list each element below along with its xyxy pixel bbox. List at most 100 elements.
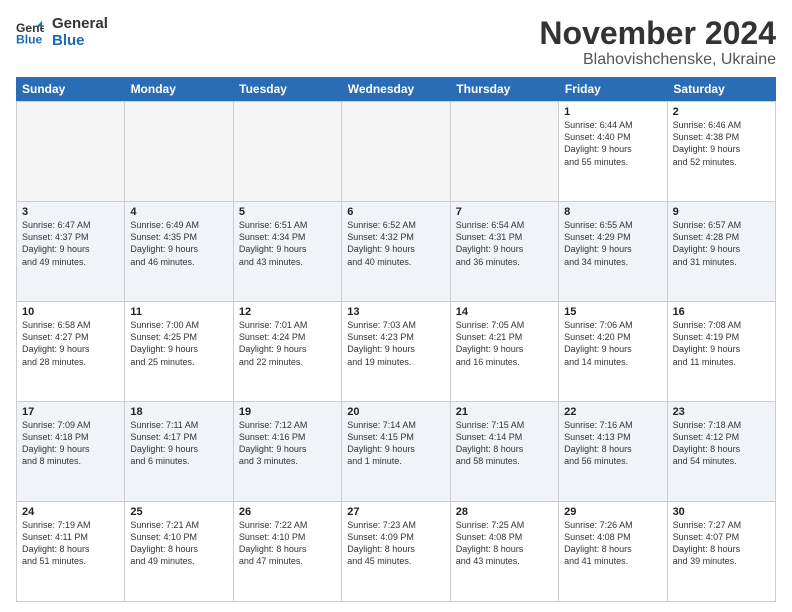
calendar-cell: 10Sunrise: 6:58 AM Sunset: 4:27 PM Dayli…	[17, 302, 125, 401]
day-info: Sunrise: 7:25 AM Sunset: 4:08 PM Dayligh…	[456, 519, 553, 568]
day-number: 10	[22, 306, 119, 318]
calendar-cell: 4Sunrise: 6:49 AM Sunset: 4:35 PM Daylig…	[125, 202, 233, 301]
day-info: Sunrise: 6:57 AM Sunset: 4:28 PM Dayligh…	[673, 219, 770, 268]
calendar-cell: 21Sunrise: 7:15 AM Sunset: 4:14 PM Dayli…	[451, 402, 559, 501]
calendar-row: 1Sunrise: 6:44 AM Sunset: 4:40 PM Daylig…	[17, 102, 776, 202]
header: General Blue General Blue November 2024 …	[16, 16, 776, 69]
calendar-cell: 11Sunrise: 7:00 AM Sunset: 4:25 PM Dayli…	[125, 302, 233, 401]
day-number: 12	[239, 306, 336, 318]
day-number: 22	[564, 406, 661, 418]
calendar-cell	[342, 102, 450, 201]
day-info: Sunrise: 7:00 AM Sunset: 4:25 PM Dayligh…	[130, 319, 227, 368]
day-info: Sunrise: 7:18 AM Sunset: 4:12 PM Dayligh…	[673, 419, 770, 468]
day-number: 29	[564, 506, 661, 518]
day-number: 2	[673, 106, 770, 118]
day-info: Sunrise: 6:47 AM Sunset: 4:37 PM Dayligh…	[22, 219, 119, 268]
weekday-header: Saturday	[667, 77, 776, 101]
calendar-cell: 29Sunrise: 7:26 AM Sunset: 4:08 PM Dayli…	[559, 502, 667, 601]
calendar-cell	[234, 102, 342, 201]
day-info: Sunrise: 6:46 AM Sunset: 4:38 PM Dayligh…	[673, 119, 770, 168]
day-number: 21	[456, 406, 553, 418]
calendar-cell: 2Sunrise: 6:46 AM Sunset: 4:38 PM Daylig…	[668, 102, 776, 201]
day-info: Sunrise: 6:51 AM Sunset: 4:34 PM Dayligh…	[239, 219, 336, 268]
calendar-cell: 20Sunrise: 7:14 AM Sunset: 4:15 PM Dayli…	[342, 402, 450, 501]
day-info: Sunrise: 7:09 AM Sunset: 4:18 PM Dayligh…	[22, 419, 119, 468]
day-number: 27	[347, 506, 444, 518]
calendar-row: 3Sunrise: 6:47 AM Sunset: 4:37 PM Daylig…	[17, 202, 776, 302]
day-number: 30	[673, 506, 770, 518]
calendar-header: SundayMondayTuesdayWednesdayThursdayFrid…	[16, 77, 776, 101]
day-number: 24	[22, 506, 119, 518]
logo-blue: Blue	[52, 33, 108, 50]
day-info: Sunrise: 6:49 AM Sunset: 4:35 PM Dayligh…	[130, 219, 227, 268]
day-number: 1	[564, 106, 661, 118]
day-info: Sunrise: 6:54 AM Sunset: 4:31 PM Dayligh…	[456, 219, 553, 268]
calendar-cell: 15Sunrise: 7:06 AM Sunset: 4:20 PM Dayli…	[559, 302, 667, 401]
day-number: 15	[564, 306, 661, 318]
svg-text:Blue: Blue	[16, 32, 43, 46]
weekday-header: Sunday	[16, 77, 125, 101]
calendar-cell: 9Sunrise: 6:57 AM Sunset: 4:28 PM Daylig…	[668, 202, 776, 301]
calendar-cell: 13Sunrise: 7:03 AM Sunset: 4:23 PM Dayli…	[342, 302, 450, 401]
day-info: Sunrise: 7:01 AM Sunset: 4:24 PM Dayligh…	[239, 319, 336, 368]
day-info: Sunrise: 7:15 AM Sunset: 4:14 PM Dayligh…	[456, 419, 553, 468]
calendar-cell: 25Sunrise: 7:21 AM Sunset: 4:10 PM Dayli…	[125, 502, 233, 601]
day-info: Sunrise: 7:27 AM Sunset: 4:07 PM Dayligh…	[673, 519, 770, 568]
calendar-cell: 5Sunrise: 6:51 AM Sunset: 4:34 PM Daylig…	[234, 202, 342, 301]
weekday-header: Monday	[125, 77, 234, 101]
day-info: Sunrise: 7:12 AM Sunset: 4:16 PM Dayligh…	[239, 419, 336, 468]
day-number: 19	[239, 406, 336, 418]
day-number: 11	[130, 306, 227, 318]
day-number: 7	[456, 206, 553, 218]
day-number: 14	[456, 306, 553, 318]
day-info: Sunrise: 6:52 AM Sunset: 4:32 PM Dayligh…	[347, 219, 444, 268]
day-number: 18	[130, 406, 227, 418]
day-info: Sunrise: 7:21 AM Sunset: 4:10 PM Dayligh…	[130, 519, 227, 568]
calendar-cell	[17, 102, 125, 201]
day-info: Sunrise: 7:14 AM Sunset: 4:15 PM Dayligh…	[347, 419, 444, 468]
day-number: 28	[456, 506, 553, 518]
calendar-cell: 12Sunrise: 7:01 AM Sunset: 4:24 PM Dayli…	[234, 302, 342, 401]
calendar-cell: 23Sunrise: 7:18 AM Sunset: 4:12 PM Dayli…	[668, 402, 776, 501]
calendar-cell: 3Sunrise: 6:47 AM Sunset: 4:37 PM Daylig…	[17, 202, 125, 301]
day-info: Sunrise: 6:58 AM Sunset: 4:27 PM Dayligh…	[22, 319, 119, 368]
day-info: Sunrise: 7:23 AM Sunset: 4:09 PM Dayligh…	[347, 519, 444, 568]
day-number: 4	[130, 206, 227, 218]
day-info: Sunrise: 7:08 AM Sunset: 4:19 PM Dayligh…	[673, 319, 770, 368]
day-info: Sunrise: 7:22 AM Sunset: 4:10 PM Dayligh…	[239, 519, 336, 568]
calendar-cell: 14Sunrise: 7:05 AM Sunset: 4:21 PM Dayli…	[451, 302, 559, 401]
day-info: Sunrise: 7:16 AM Sunset: 4:13 PM Dayligh…	[564, 419, 661, 468]
calendar-cell: 7Sunrise: 6:54 AM Sunset: 4:31 PM Daylig…	[451, 202, 559, 301]
day-info: Sunrise: 6:55 AM Sunset: 4:29 PM Dayligh…	[564, 219, 661, 268]
calendar-row: 24Sunrise: 7:19 AM Sunset: 4:11 PM Dayli…	[17, 502, 776, 602]
calendar-row: 17Sunrise: 7:09 AM Sunset: 4:18 PM Dayli…	[17, 402, 776, 502]
day-number: 20	[347, 406, 444, 418]
day-number: 16	[673, 306, 770, 318]
calendar-cell	[125, 102, 233, 201]
day-info: Sunrise: 7:06 AM Sunset: 4:20 PM Dayligh…	[564, 319, 661, 368]
day-number: 5	[239, 206, 336, 218]
calendar-cell: 19Sunrise: 7:12 AM Sunset: 4:16 PM Dayli…	[234, 402, 342, 501]
weekday-header: Wednesday	[342, 77, 451, 101]
day-number: 8	[564, 206, 661, 218]
weekday-header: Tuesday	[233, 77, 342, 101]
day-number: 17	[22, 406, 119, 418]
calendar-cell: 16Sunrise: 7:08 AM Sunset: 4:19 PM Dayli…	[668, 302, 776, 401]
calendar-cell: 26Sunrise: 7:22 AM Sunset: 4:10 PM Dayli…	[234, 502, 342, 601]
calendar-cell: 18Sunrise: 7:11 AM Sunset: 4:17 PM Dayli…	[125, 402, 233, 501]
page-subtitle: Blahovishchenske, Ukraine	[539, 51, 776, 69]
page-title: November 2024	[539, 16, 776, 51]
calendar-cell: 28Sunrise: 7:25 AM Sunset: 4:08 PM Dayli…	[451, 502, 559, 601]
day-info: Sunrise: 6:44 AM Sunset: 4:40 PM Dayligh…	[564, 119, 661, 168]
title-block: November 2024 Blahovishchenske, Ukraine	[539, 16, 776, 69]
day-info: Sunrise: 7:05 AM Sunset: 4:21 PM Dayligh…	[456, 319, 553, 368]
page: General Blue General Blue November 2024 …	[0, 0, 792, 612]
day-number: 25	[130, 506, 227, 518]
calendar-cell: 24Sunrise: 7:19 AM Sunset: 4:11 PM Dayli…	[17, 502, 125, 601]
logo-general: General	[52, 16, 108, 33]
day-number: 6	[347, 206, 444, 218]
calendar-cell: 22Sunrise: 7:16 AM Sunset: 4:13 PM Dayli…	[559, 402, 667, 501]
day-info: Sunrise: 7:26 AM Sunset: 4:08 PM Dayligh…	[564, 519, 661, 568]
calendar-row: 10Sunrise: 6:58 AM Sunset: 4:27 PM Dayli…	[17, 302, 776, 402]
logo: General Blue General Blue	[16, 16, 108, 49]
